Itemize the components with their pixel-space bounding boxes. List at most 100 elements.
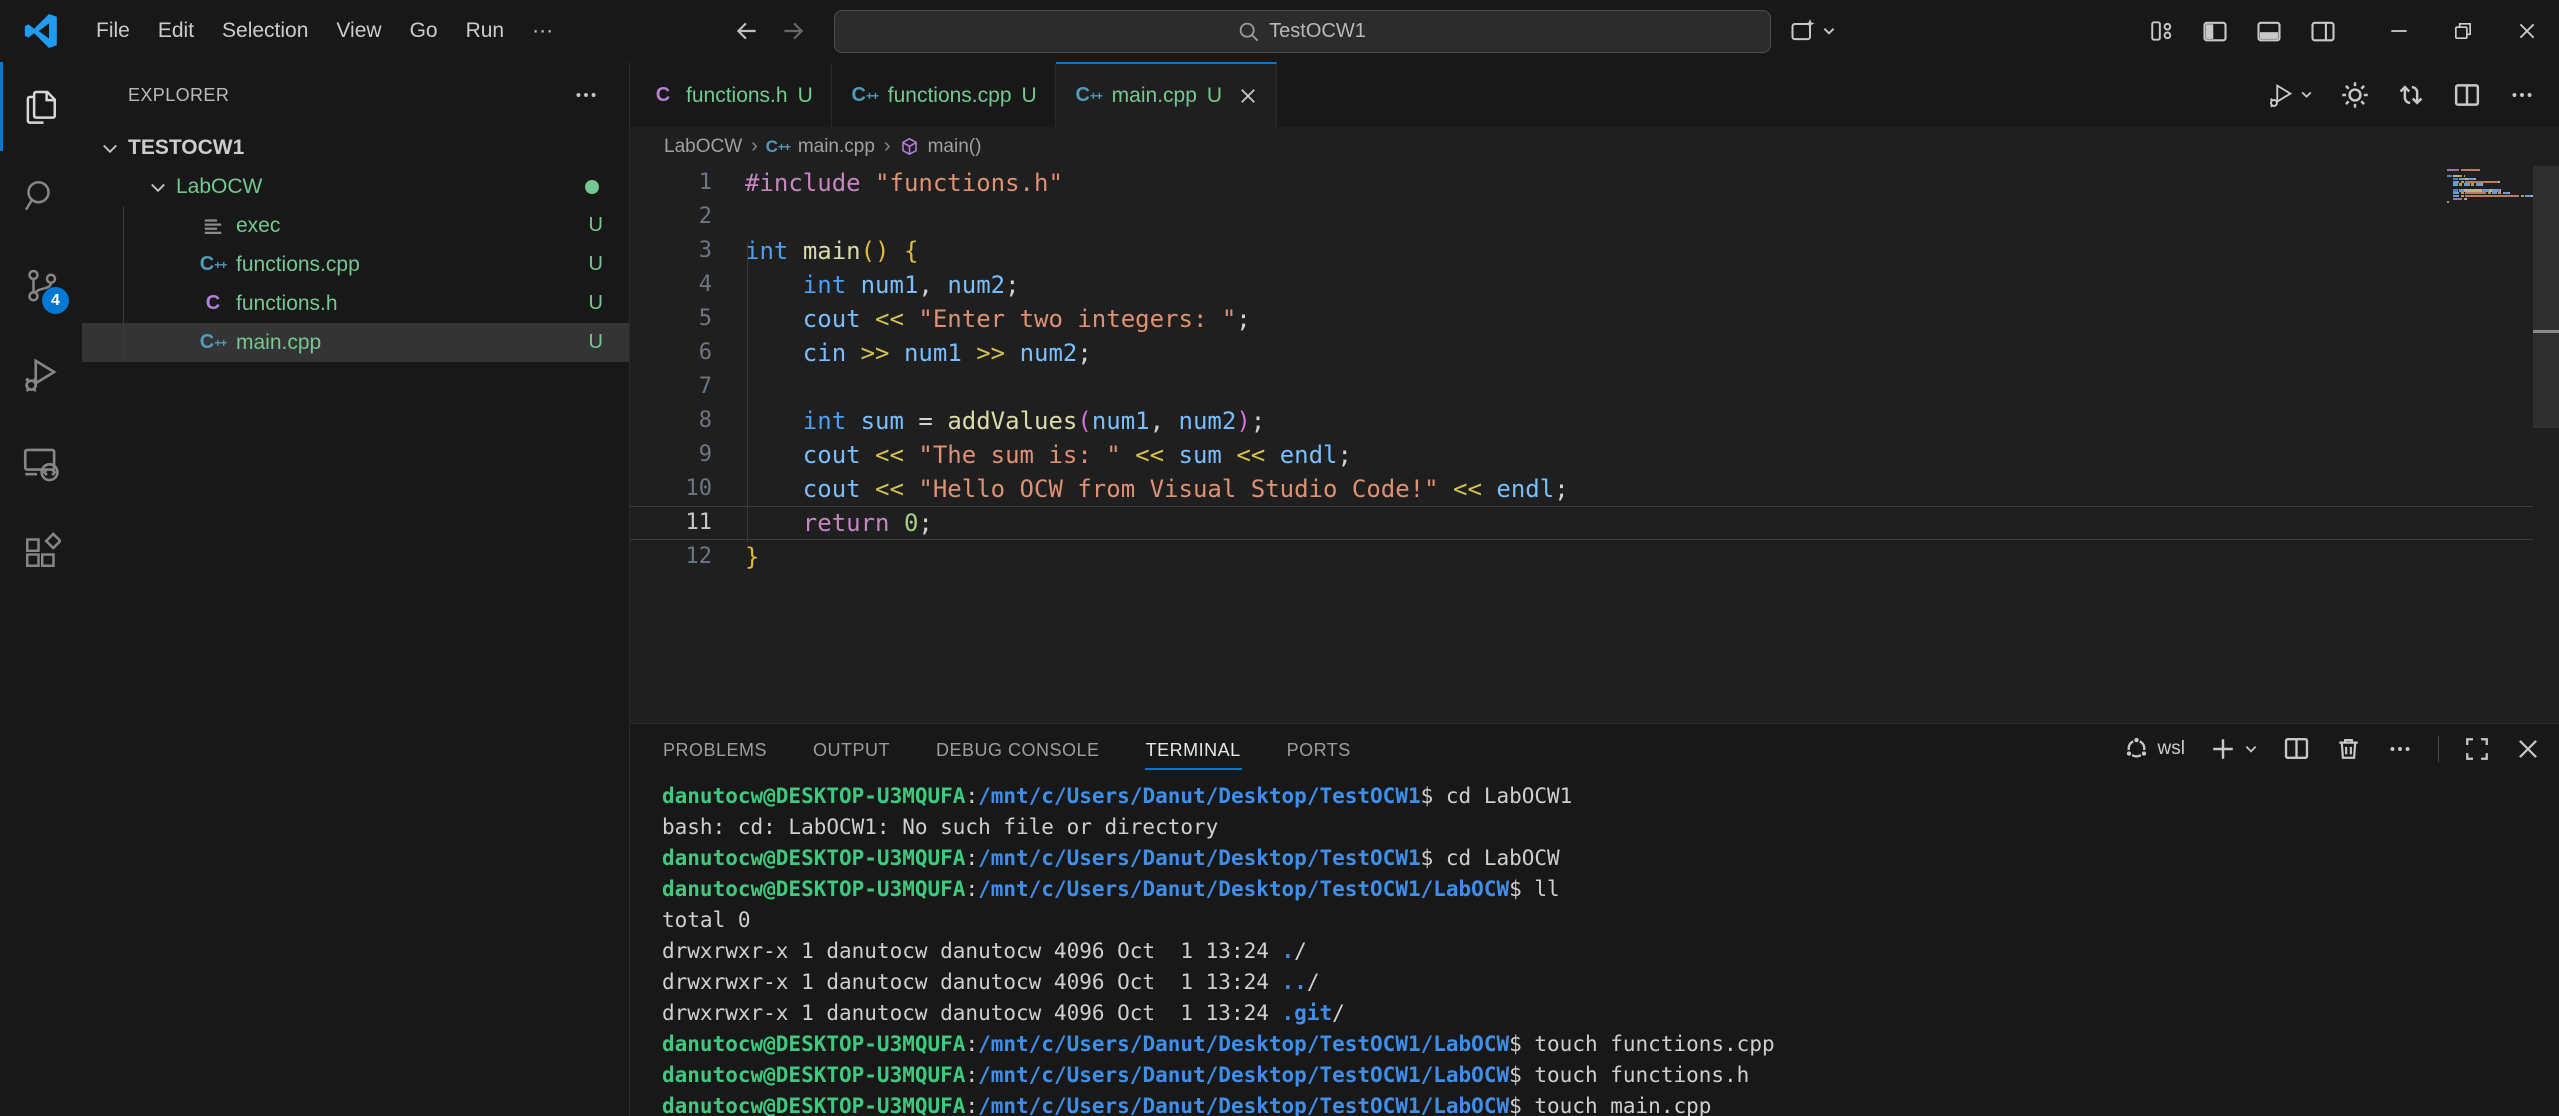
extensions-icon	[21, 532, 61, 572]
code-line: 2	[630, 200, 2559, 234]
settings-gear-icon[interactable]	[2341, 81, 2369, 109]
cpp-file-icon: C++	[198, 331, 228, 354]
menu-item-edit[interactable]: Edit	[144, 0, 208, 62]
menu-item-file[interactable]: File	[82, 0, 144, 62]
code-line: 1#include "functions.h"	[630, 166, 2559, 200]
breadcrumb-folder[interactable]: LabOCW	[664, 136, 742, 158]
bottom-panel: PROBLEMS OUTPUT DEBUG CONSOLE TERMINAL PORTS…	[630, 723, 2559, 1116]
code-text: int num1, num2;	[745, 268, 1020, 302]
split-terminal-icon[interactable]	[2283, 735, 2310, 762]
terminal-line: danutocw@DESKTOP-U3MQUFA:/mnt/c/Users/Da…	[662, 1091, 2559, 1116]
menu-item-run[interactable]: Run	[452, 0, 519, 62]
chevron-down-icon	[100, 138, 120, 158]
close-window-button[interactable]	[2495, 0, 2559, 62]
chevron-down-icon	[2300, 88, 2313, 101]
activitybar-extensions[interactable]	[0, 507, 82, 596]
minimap[interactable]	[2447, 169, 2533, 204]
terminal-line: danutocw@DESKTOP-U3MQUFA:/mnt/c/Users/Da…	[662, 781, 2559, 812]
code-text: int sum = addValues(num1, num2);	[745, 404, 1265, 438]
cpp-file-icon: C++	[767, 137, 789, 157]
menu-item-selection[interactable]: Selection	[208, 0, 322, 62]
open-changes-icon[interactable]	[2397, 81, 2425, 109]
close-tab-icon[interactable]	[1238, 86, 1258, 106]
folder-label: LabOCW	[176, 175, 262, 199]
line-number: 6	[630, 336, 745, 370]
menu-bar: FileEditSelectionViewGoRun	[82, 0, 518, 62]
menu-item-view[interactable]: View	[322, 0, 395, 62]
sidebar-item-labocw[interactable]: LabOCW	[82, 167, 629, 206]
code-text: cout << "Enter two integers: ";	[745, 302, 1251, 336]
exec-file-icon	[198, 215, 228, 237]
forward-arrow-icon[interactable]	[780, 18, 806, 44]
activitybar-run-debug[interactable]	[0, 329, 82, 418]
activitybar-remote-explorer[interactable]	[0, 418, 82, 507]
customize-layout-icon[interactable]	[2149, 18, 2175, 44]
breadcrumb-file[interactable]: main.cpp	[798, 136, 875, 158]
copilot-sparkle-icon[interactable]	[1789, 17, 1836, 45]
code-line: 12}	[630, 540, 2559, 574]
indent-guide	[747, 242, 748, 542]
breadcrumb-symbol[interactable]: main()	[928, 136, 982, 158]
panel-header: PROBLEMS OUTPUT DEBUG CONSOLE TERMINAL PORTS…	[630, 724, 2559, 773]
run-debug-icon	[20, 353, 62, 395]
terminal-line: drwxrwxr-x 1 danutocw danutocw 4096 Oct …	[662, 967, 2559, 998]
activitybar-explorer[interactable]	[0, 62, 82, 151]
search-value: TestOCW1	[1269, 20, 1366, 43]
code-editor[interactable]: 1#include "functions.h"23int main() {4 i…	[630, 166, 2559, 723]
sidebar-item-functions-h[interactable]: Cfunctions.hU	[82, 284, 629, 323]
kill-terminal-icon[interactable]	[2335, 735, 2362, 762]
git-untracked-badge: U	[1207, 84, 1222, 108]
line-number: 3	[630, 234, 745, 268]
panel-tab-problems[interactable]: PROBLEMS	[662, 727, 768, 770]
toggle-panel-icon[interactable]	[2255, 17, 2283, 45]
root-folder-label: TESTOCW1	[128, 136, 244, 160]
terminal-profile[interactable]: wsl	[2124, 736, 2185, 761]
panel-tab-ports[interactable]: PORTS	[1286, 727, 1352, 770]
close-panel-icon[interactable]	[2515, 736, 2541, 762]
cpp-file-icon: C++	[850, 84, 880, 107]
more-actions-icon[interactable]	[2509, 82, 2535, 108]
git-untracked-badge: U	[589, 292, 603, 315]
terminal-line: danutocw@DESKTOP-U3MQUFA:/mnt/c/Users/Da…	[662, 1060, 2559, 1091]
menu-item-more[interactable]: ···	[518, 0, 567, 62]
sidebar-item-main-cpp[interactable]: C++main.cppU	[82, 323, 629, 362]
sidebar-item-functions-cpp[interactable]: C++functions.cppU	[82, 245, 629, 284]
git-untracked-badge: U	[589, 331, 603, 354]
run-or-debug-button[interactable]	[2266, 80, 2313, 110]
activitybar-source-control[interactable]: 4	[0, 240, 82, 329]
minimize-button[interactable]	[2367, 0, 2431, 62]
files-icon	[21, 87, 61, 127]
restore-button[interactable]	[2431, 0, 2495, 62]
menu-item-go[interactable]: Go	[396, 0, 452, 62]
split-editor-icon[interactable]	[2453, 81, 2481, 109]
chevron-right-icon: ›	[884, 135, 891, 158]
code-text: }	[745, 540, 759, 574]
editor-scrollbar[interactable]	[2533, 166, 2559, 428]
toggle-secondary-sidebar-icon[interactable]	[2309, 17, 2337, 45]
sidebar-root-folder[interactable]: TESTOCW1	[82, 128, 629, 167]
explorer-sidebar: EXPLORER TESTOCW1 LabOCW execUC++functio…	[82, 62, 630, 1116]
back-arrow-icon[interactable]	[734, 18, 760, 44]
editor-tab-main-cpp[interactable]: C++main.cppU	[1056, 62, 1277, 127]
toggle-primary-sidebar-icon[interactable]	[2201, 17, 2229, 45]
panel-tab-debug-console[interactable]: DEBUG CONSOLE	[935, 727, 1101, 770]
editor-tab-functions-cpp[interactable]: C++functions.cppU	[832, 62, 1056, 127]
new-terminal-icon[interactable]	[2210, 736, 2258, 762]
file-label: functions.cpp	[236, 253, 360, 277]
panel-tab-output[interactable]: OUTPUT	[812, 727, 891, 770]
editor-tab-functions-h[interactable]: Cfunctions.hU	[630, 62, 832, 127]
remote-explorer-icon	[20, 442, 62, 484]
c-file-icon: C	[648, 84, 678, 107]
editor-tab-bar: Cfunctions.hUC++functions.cppUC++main.cp…	[630, 62, 2559, 127]
search-input[interactable]: TestOCW1	[834, 10, 1771, 53]
panel-toolbar: wsl	[2124, 735, 2541, 762]
maximize-panel-icon[interactable]	[2464, 736, 2490, 762]
explorer-title: EXPLORER	[128, 85, 229, 106]
terminal-output[interactable]: danutocw@DESKTOP-U3MQUFA:/mnt/c/Users/Da…	[630, 773, 2559, 1116]
sidebar-item-exec[interactable]: execU	[82, 206, 629, 245]
activitybar-search[interactable]	[0, 151, 82, 240]
explorer-more-actions-icon[interactable]	[573, 82, 599, 108]
panel-more-actions-icon[interactable]	[2387, 736, 2413, 762]
scm-badge: 4	[42, 287, 69, 314]
panel-tab-terminal[interactable]: TERMINAL	[1145, 727, 1242, 770]
